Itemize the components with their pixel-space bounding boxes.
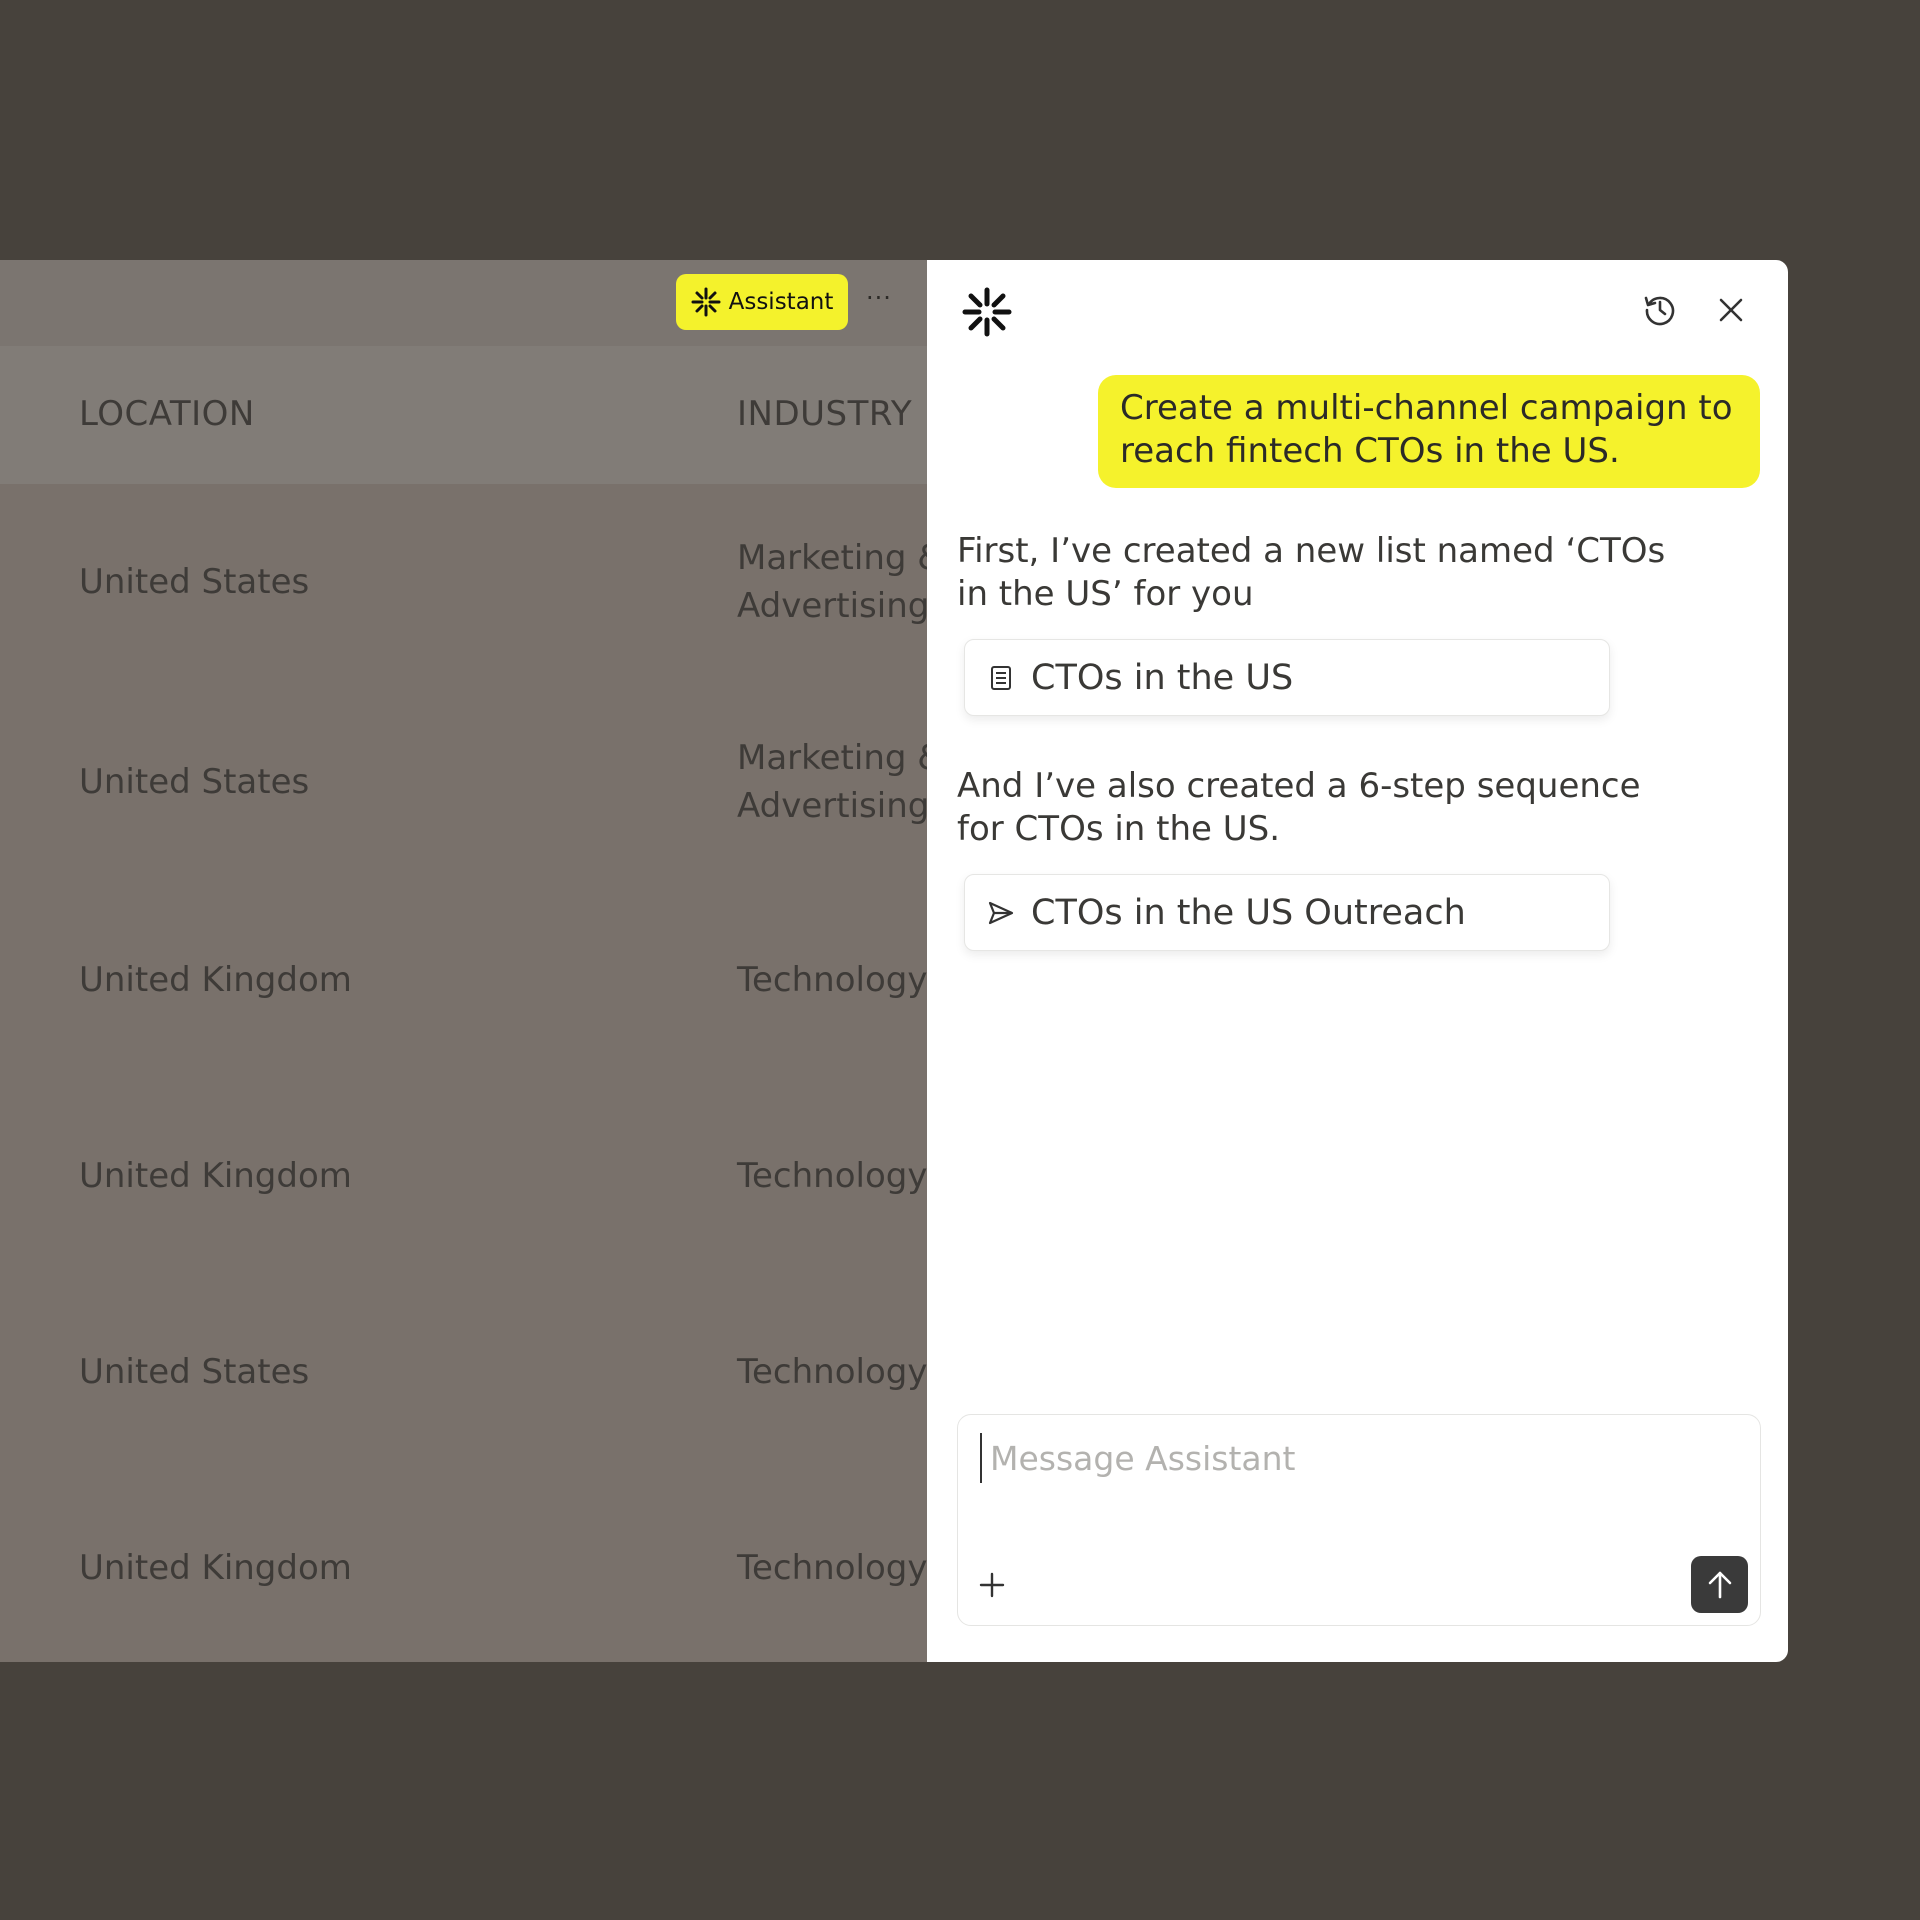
send-icon: [988, 901, 1014, 924]
arrow-up-icon: [1708, 1571, 1731, 1598]
location-cell: United Kingdom: [79, 1156, 352, 1196]
industry-cell: Marketing & Advertising: [737, 738, 944, 826]
history-icon: [1644, 296, 1675, 326]
assistant-logo-icon: [962, 287, 1012, 337]
plus-icon: [979, 1572, 1005, 1598]
location-cell: United States: [79, 762, 310, 802]
background-app: Assistant ··· LOCATION INDUSTRY United S…: [0, 260, 944, 1662]
attach-button[interactable]: [972, 1565, 1012, 1605]
sparkle-icon: [691, 287, 721, 317]
industry-cell: Technology,: [737, 960, 939, 1000]
table-row[interactable]: United States Marketing & Advertising: [0, 698, 944, 894]
column-header-location[interactable]: LOCATION: [79, 394, 255, 434]
close-button[interactable]: [1707, 286, 1755, 334]
table-row[interactable]: United Kingdom Technology,: [0, 896, 938, 1092]
column-header-industry[interactable]: INDUSTRY: [737, 394, 912, 434]
list-chip-label: CTOs in the US: [1031, 657, 1294, 698]
table-row[interactable]: United Kingdom Technology,: [0, 1092, 938, 1288]
table-row[interactable]: United States Marketing & Advertising: [0, 498, 944, 694]
location-cell: United States: [79, 1352, 310, 1392]
history-button[interactable]: [1636, 286, 1684, 334]
industry-cell: Marketing & Advertising: [737, 538, 944, 626]
location-cell: United States: [79, 562, 310, 602]
assistant-panel: Create a multi-channel campaign to reach…: [927, 260, 1788, 1662]
location-cell: United Kingdom: [79, 1548, 352, 1588]
close-icon: [1719, 298, 1743, 322]
sequence-link-chip[interactable]: CTOs in the US Outreach: [964, 874, 1610, 951]
more-options-button[interactable]: ···: [866, 284, 892, 312]
app-window: Assistant ··· LOCATION INDUSTRY United S…: [0, 260, 1788, 1662]
message-input[interactable]: [980, 1433, 1720, 1483]
assistant-button[interactable]: Assistant: [676, 274, 848, 330]
top-toolbar: Assistant ···: [0, 260, 927, 346]
table-row[interactable]: United States Technology,: [0, 1288, 938, 1484]
message-composer: [957, 1414, 1761, 1626]
table-row[interactable]: United Kingdom Technology,: [0, 1484, 938, 1662]
user-message-bubble: Create a multi-channel campaign to reach…: [1098, 375, 1760, 488]
industry-cell: Technology,: [737, 1156, 939, 1196]
table-header: LOCATION INDUSTRY: [0, 346, 927, 484]
industry-cell: Technology,: [737, 1352, 939, 1392]
assistant-reply: And I’ve also created a 6-step sequence …: [957, 766, 1641, 849]
send-button[interactable]: [1691, 1556, 1748, 1613]
industry-cell: Technology,: [737, 1548, 939, 1588]
sequence-chip-label: CTOs in the US Outreach: [1031, 892, 1466, 933]
location-cell: United Kingdom: [79, 960, 352, 1000]
assistant-button-label: Assistant: [728, 289, 834, 315]
assistant-reply: First, I’ve created a new list named ‘CT…: [957, 531, 1666, 614]
list-link-chip[interactable]: CTOs in the US: [964, 639, 1610, 716]
list-icon: [991, 665, 1011, 690]
